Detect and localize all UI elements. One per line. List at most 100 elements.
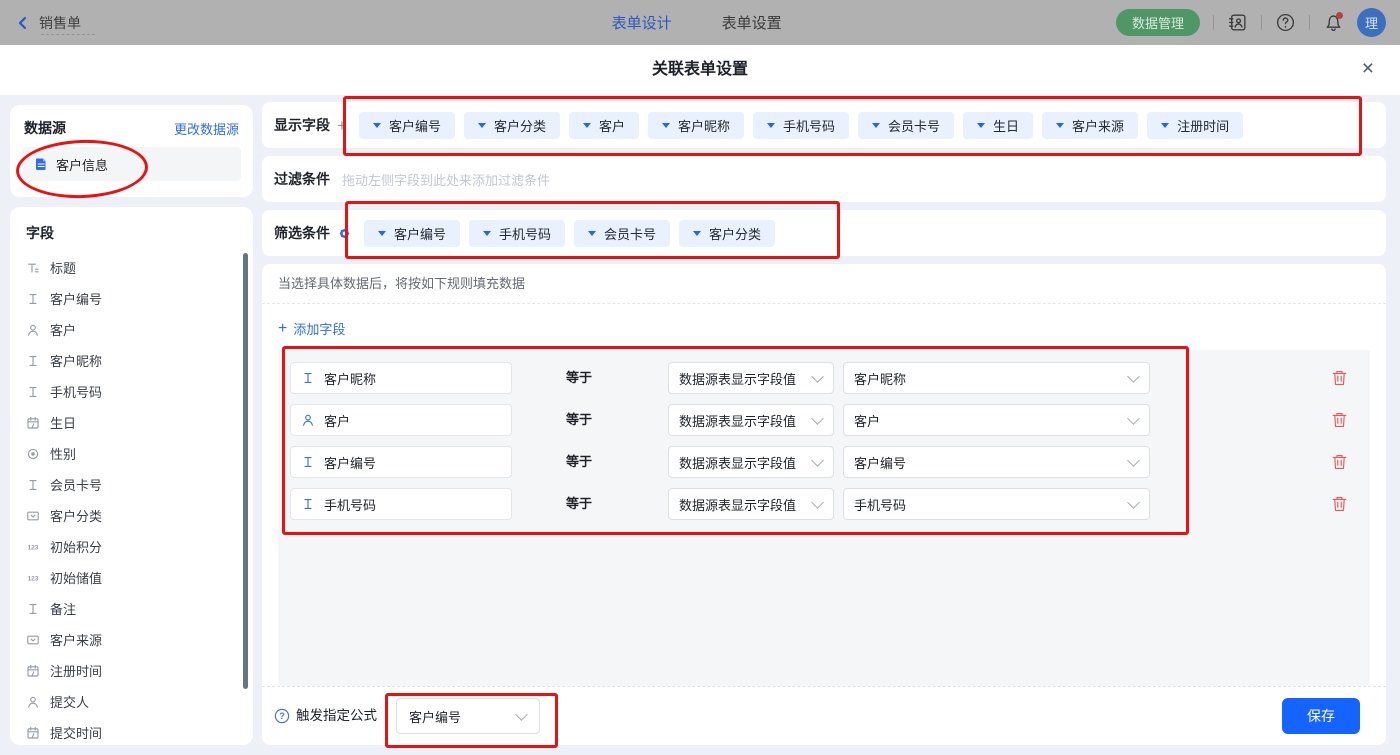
rule-operator: 等于 xyxy=(566,488,592,520)
rule-source-select[interactable]: 数据源表显示字段值 xyxy=(668,446,834,478)
field-item-15[interactable]: 提交时间 xyxy=(10,717,253,745)
field-item-0[interactable]: 标题 xyxy=(10,252,253,283)
add-field-button[interactable]: + 添加字段 xyxy=(278,319,345,338)
text-icon xyxy=(26,602,40,616)
rule-source-select[interactable]: 数据源表显示字段值 xyxy=(668,488,834,520)
rule-source-select[interactable]: 数据源表显示字段值 xyxy=(668,404,834,436)
display-field-chip-0[interactable]: 客户编号 xyxy=(359,112,455,139)
trigger-formula-select[interactable]: 客户编号 xyxy=(396,698,540,734)
chevron-down-icon xyxy=(1127,412,1140,425)
modal-header: 关联表单设置 × xyxy=(0,45,1400,95)
change-datasource-link[interactable]: 更改数据源 xyxy=(174,119,239,138)
field-item-label: 会员卡号 xyxy=(50,475,102,494)
select-icon xyxy=(26,633,40,647)
chip-label: 客户昵称 xyxy=(678,116,730,135)
field-item-12[interactable]: 客户来源 xyxy=(10,624,253,655)
back-button[interactable]: 销售单 xyxy=(16,0,81,45)
field-item-14[interactable]: 提交人 xyxy=(10,686,253,717)
field-item-8[interactable]: 客户分类 xyxy=(10,500,253,531)
display-field-chip-4[interactable]: 手机号码 xyxy=(753,112,849,139)
rule-field-input[interactable]: 客户编号 xyxy=(290,446,512,478)
select-icon xyxy=(26,509,40,523)
field-item-5[interactable]: 生日 xyxy=(10,407,253,438)
scrollbar-thumb[interactable] xyxy=(243,253,248,689)
user-avatar[interactable]: 理 xyxy=(1357,8,1386,37)
rule-target-select[interactable]: 手机号码 xyxy=(843,488,1150,520)
rules-list: 客户昵称等于数据源表显示字段值客户昵称客户等于数据源表显示字段值客户客户编号等于… xyxy=(278,350,1370,686)
datasource-item[interactable]: 客户信息 xyxy=(22,147,241,181)
display-field-chip-8[interactable]: 注册时间 xyxy=(1147,112,1243,139)
rule-target-select[interactable]: 客户 xyxy=(843,404,1150,436)
screening-field-chip-2[interactable]: 会员卡号 xyxy=(574,220,670,247)
app-window: 销售单 表单设计 表单设置 数据管理 理 关联表单设置 × xyxy=(0,0,1400,755)
display-fields-label: 显示字段 xyxy=(274,115,330,135)
rule-row-3: 手机号码等于数据源表显示字段值手机号码 xyxy=(278,488,1370,520)
screening-field-chip-0[interactable]: 客户编号 xyxy=(364,220,460,247)
screening-field-chip-1[interactable]: 手机号码 xyxy=(469,220,565,247)
filter-condition-label: 过滤条件 xyxy=(274,169,330,189)
rule-target-value: 客户昵称 xyxy=(854,369,906,388)
field-item-9[interactable]: 123初始积分 xyxy=(10,531,253,562)
close-icon[interactable]: × xyxy=(1362,45,1374,93)
field-list: 标题客户编号客户客户昵称手机号码生日性别会员卡号客户分类123初始积分123初始… xyxy=(10,252,253,745)
field-item-3[interactable]: 客户昵称 xyxy=(10,345,253,376)
field-item-10[interactable]: 123初始储值 xyxy=(10,562,253,593)
field-item-4[interactable]: 手机号码 xyxy=(10,376,253,407)
divider xyxy=(1213,15,1214,30)
field-item-13[interactable]: 注册时间 xyxy=(10,655,253,686)
help-circle-icon[interactable]: ? xyxy=(274,708,290,724)
data-manage-button[interactable]: 数据管理 xyxy=(1116,9,1200,36)
chevron-down-icon xyxy=(1127,370,1140,383)
chip-label: 客户分类 xyxy=(709,224,761,243)
rule-field-label: 手机号码 xyxy=(324,495,376,514)
screening-field-chips: 客户编号 手机号码 会员卡号 客户分类 xyxy=(364,220,775,247)
rule-field-input[interactable]: 手机号码 xyxy=(290,488,512,520)
gear-icon[interactable] xyxy=(337,226,352,241)
form-name: 销售单 xyxy=(39,13,81,33)
chip-label: 手机号码 xyxy=(499,224,551,243)
text-icon xyxy=(301,455,315,469)
screening-field-chip-3[interactable]: 客户分类 xyxy=(679,220,775,247)
display-field-chip-1[interactable]: 客户分类 xyxy=(464,112,560,139)
number-icon: 123 xyxy=(26,571,40,585)
field-item-11[interactable]: 备注 xyxy=(10,593,253,624)
caret-down-icon xyxy=(373,123,381,128)
tab-form-settings[interactable]: 表单设置 xyxy=(722,12,782,33)
add-display-field-button[interactable]: + xyxy=(337,117,347,134)
rule-field-input[interactable]: 客户昵称 xyxy=(290,362,512,394)
help-icon[interactable] xyxy=(1275,12,1296,33)
tab-form-design[interactable]: 表单设计 xyxy=(612,12,672,33)
chip-label: 客户分类 xyxy=(494,116,546,135)
trash-icon[interactable] xyxy=(1331,495,1348,513)
display-field-chip-2[interactable]: 客户 xyxy=(569,112,639,139)
save-button[interactable]: 保存 xyxy=(1282,698,1360,734)
display-field-chip-6[interactable]: 生日 xyxy=(963,112,1033,139)
trash-icon[interactable] xyxy=(1331,411,1348,429)
caret-down-icon xyxy=(478,123,486,128)
notification-bell-icon[interactable] xyxy=(1323,12,1344,33)
field-item-2[interactable]: 客户 xyxy=(10,314,253,345)
field-item-7[interactable]: 会员卡号 xyxy=(10,469,253,500)
chevron-down-icon xyxy=(811,454,824,467)
caret-down-icon xyxy=(588,231,596,236)
field-item-label: 标题 xyxy=(50,258,76,277)
rule-source-select[interactable]: 数据源表显示字段值 xyxy=(668,362,834,394)
plus-icon: + xyxy=(278,321,287,337)
display-field-chip-3[interactable]: 客户昵称 xyxy=(648,112,744,139)
contacts-book-icon[interactable] xyxy=(1227,12,1248,33)
rule-target-select[interactable]: 客户昵称 xyxy=(843,362,1150,394)
text-icon xyxy=(301,497,315,511)
trash-icon[interactable] xyxy=(1331,369,1348,387)
display-field-chip-5[interactable]: 会员卡号 xyxy=(858,112,954,139)
form-name-underline xyxy=(41,34,95,35)
rule-target-select[interactable]: 客户编号 xyxy=(843,446,1150,478)
rule-target-value: 客户 xyxy=(854,411,880,430)
filter-condition-row: 过滤条件 拖动左侧字段到此处来添加过滤条件 xyxy=(262,156,1386,202)
field-item-6[interactable]: 性别 xyxy=(10,438,253,469)
field-item-label: 客户昵称 xyxy=(50,351,102,370)
field-item-1[interactable]: 客户编号 xyxy=(10,283,253,314)
rule-field-input[interactable]: 客户 xyxy=(290,404,512,436)
filter-dropzone[interactable]: 拖动左侧字段到此处来添加过滤条件 xyxy=(342,170,550,189)
display-field-chip-7[interactable]: 客户来源 xyxy=(1042,112,1138,139)
trash-icon[interactable] xyxy=(1331,453,1348,471)
